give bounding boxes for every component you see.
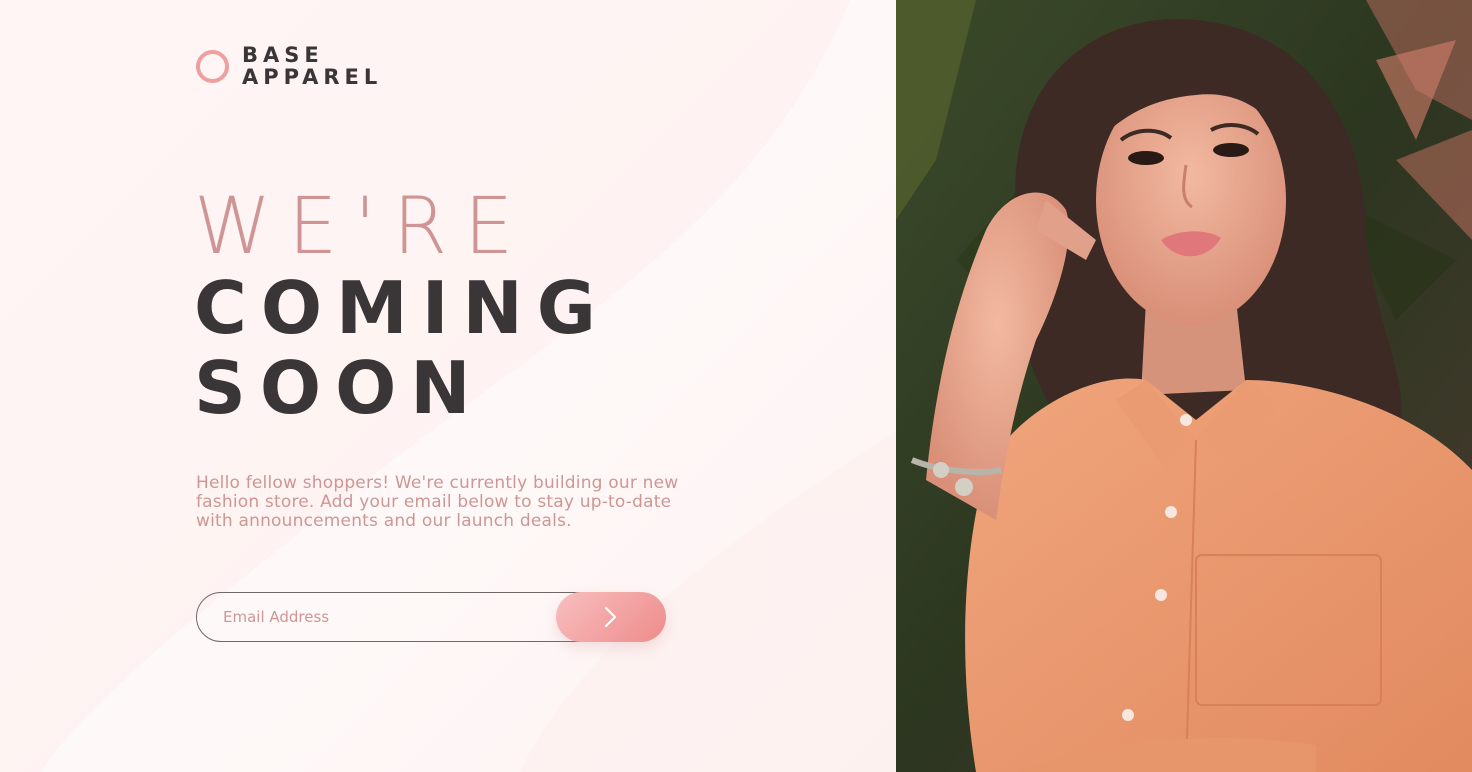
- logo-ring-icon: [196, 49, 229, 83]
- brand-line-1: BASE: [242, 43, 324, 67]
- content-panel: BASE APPAREL WE'RE COMING SOON Hello fel…: [0, 0, 896, 772]
- woman-in-peach-shirt-photo: [896, 0, 1472, 772]
- brand-logo[interactable]: BASE APPAREL: [196, 44, 382, 88]
- hero-line-2: COMING: [194, 266, 610, 350]
- hero-line-3: SOON: [194, 346, 485, 430]
- submit-button[interactable]: [556, 592, 666, 642]
- hero-line-1: WE'RE: [194, 182, 531, 272]
- hero-heading: WE'RE COMING SOON: [194, 186, 610, 428]
- chevron-right-icon: [604, 606, 617, 628]
- signup-form: [196, 592, 666, 642]
- brand-name: BASE APPAREL: [242, 44, 382, 88]
- brand-line-2: APPAREL: [242, 65, 383, 89]
- intro-text: Hello fellow shoppers! We're currently b…: [196, 473, 679, 531]
- hero-image: [896, 0, 1472, 772]
